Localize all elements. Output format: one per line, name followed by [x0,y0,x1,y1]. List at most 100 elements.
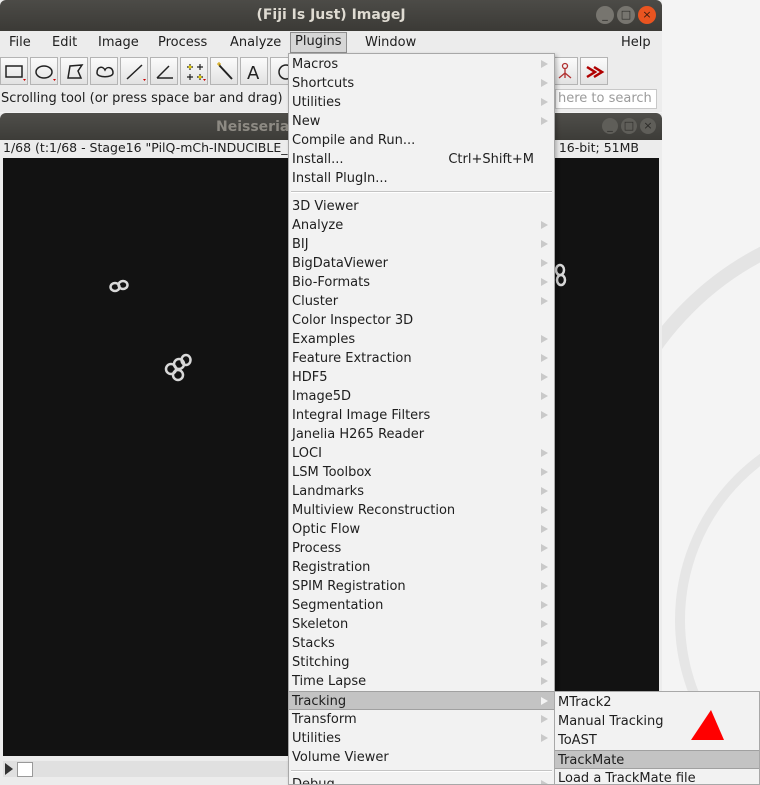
menu-item-feature-extraction[interactable]: Feature Extraction [289,349,554,368]
menu-item-skeleton[interactable]: Skeleton [289,615,554,634]
menu-item-label: Tracking [292,694,347,709]
submenu-arrow-icon [541,620,548,628]
line-tool[interactable] [120,57,148,85]
menubar: File Edit Image Process Analyze Plugins … [0,31,662,54]
menu-item-loci[interactable]: LOCI [289,444,554,463]
menu-item-shortcuts[interactable]: Shortcuts [289,74,554,93]
annotation-arrow-icon [691,710,724,740]
menu-item-bigdataviewer[interactable]: BigDataViewer [289,254,554,273]
rectangle-tool[interactable] [0,57,28,85]
submenu-item-mtrack2[interactable]: MTrack2 [555,693,759,712]
text-tool[interactable]: A [240,57,268,85]
maximize-icon[interactable]: □ [617,6,635,24]
menu-help[interactable]: Help [617,34,655,52]
image-maximize-icon[interactable]: □ [621,118,637,134]
menu-item-cluster[interactable]: Cluster [289,292,554,311]
menu-separator [291,770,552,772]
menu-item-label: Skeleton [292,617,349,632]
menu-item-bij[interactable]: BIJ [289,235,554,254]
multipoint-tool[interactable] [180,57,208,85]
scrollbar-thumb[interactable] [17,762,33,777]
image-close-icon[interactable]: × [640,118,656,134]
menu-item-process[interactable]: Process [289,539,554,558]
submenu-item-load-trackmate-file[interactable]: Load a TrackMate file [555,769,759,784]
submenu-arrow-icon [541,259,548,267]
menu-item-transform[interactable]: Transform [289,710,554,729]
menu-item-time-lapse[interactable]: Time Lapse [289,672,554,691]
menu-item-landmarks[interactable]: Landmarks [289,482,554,501]
menu-item-stitching[interactable]: Stitching [289,653,554,672]
menu-item-install-plugin[interactable]: Install PlugIn... [289,169,554,188]
menu-item-optic-flow[interactable]: Optic Flow [289,520,554,539]
submenu-item-trackmate[interactable]: TrackMate [555,750,759,769]
line-icon [126,64,146,81]
menu-item-label: Macros [292,57,339,72]
submenu-arrow-icon [541,697,548,705]
menu-edit[interactable]: Edit [48,34,81,52]
menu-item-label: Time Lapse [292,674,367,689]
menu-file[interactable]: File [5,34,35,52]
submenu-arrow-icon [541,525,548,533]
submenu-arrow-icon [541,335,548,343]
menu-item-install[interactable]: Install... Ctrl+Shift+M [289,150,554,169]
menu-item-label: Stitching [292,655,350,670]
menu-item-label: Debug [292,777,335,785]
arrow-tool[interactable] [580,57,608,85]
menu-item-volume-viewer[interactable]: Volume Viewer [289,748,554,767]
menu-process[interactable]: Process [154,34,211,52]
submenu-arrow-icon [541,117,548,125]
submenu-arrow-icon [541,354,548,362]
wand-icon [217,62,233,80]
menu-item-janelia-h265-reader[interactable]: Janelia H265 Reader [289,425,554,444]
image-minimize-icon[interactable]: _ [602,118,618,134]
menu-item-spim-registration[interactable]: SPIM Registration [289,577,554,596]
menu-item-compile-and-run[interactable]: Compile and Run... [289,131,554,150]
menu-image[interactable]: Image [94,34,143,52]
menu-item-analyze[interactable]: Analyze [289,216,554,235]
menu-item-debug[interactable]: Debug [289,775,554,785]
menu-item-utilities[interactable]: Utilities [289,93,554,112]
submenu-arrow-icon [541,544,548,552]
menu-item-color-inspector[interactable]: Color Inspector 3D [289,311,554,330]
menu-item-lsm-toolbox[interactable]: LSM Toolbox [289,463,554,482]
menu-plugins[interactable]: Plugins [290,32,347,53]
angle-tool[interactable] [150,57,178,85]
submenu-arrow-icon [541,373,548,381]
menu-item-label: Color Inspector 3D [292,313,414,328]
oval-tool[interactable] [30,57,58,85]
tracking-submenu: MTrack2 Manual Tracking ToAST TrackMate … [554,691,760,785]
menu-item-macros[interactable]: Macros [289,55,554,74]
menu-item-label: Landmarks [292,484,364,499]
menu-item-stacks[interactable]: Stacks [289,634,554,653]
menu-item-registration[interactable]: Registration [289,558,554,577]
close-icon[interactable]: × [638,6,656,24]
submenu-item-toast[interactable]: ToAST [555,731,759,750]
freehand-tool[interactable] [90,57,118,85]
menu-item-hdf5[interactable]: HDF5 [289,368,554,387]
polygon-tool[interactable] [60,57,88,85]
menu-analyze[interactable]: Analyze [226,34,285,52]
menu-item-tracking[interactable]: Tracking [289,691,554,710]
menu-item-examples[interactable]: Examples [289,330,554,349]
menu-item-label: BIJ [292,237,309,252]
search-input[interactable]: here to search [555,89,657,109]
menu-item-3d-viewer[interactable]: 3D Viewer [289,197,554,216]
submenu-arrow-icon [541,715,548,723]
menu-item-utilities-2[interactable]: Utilities [289,729,554,748]
wand-tool[interactable] [210,57,238,85]
submenu-arrow-icon [541,734,548,742]
submenu-arrow-icon [541,563,548,571]
minimize-icon[interactable]: _ [596,6,614,24]
menu-item-label: Compile and Run... [292,133,416,148]
stacks-icon [558,62,572,79]
menu-item-bio-formats[interactable]: Bio-Formats [289,273,554,292]
menu-item-new[interactable]: New [289,112,554,131]
menu-item-integral-image-filters[interactable]: Integral Image Filters [289,406,554,425]
menu-item-image5d[interactable]: Image5D [289,387,554,406]
menu-window[interactable]: Window [361,34,420,52]
menu-item-multiview-reconstruction[interactable]: Multiview Reconstruction [289,501,554,520]
fiji-titlebar[interactable]: (Fiji Is Just) ImageJ _ □ × [0,0,662,31]
submenu-item-manual-tracking[interactable]: Manual Tracking [555,712,759,731]
play-icon[interactable] [5,763,13,775]
menu-item-segmentation[interactable]: Segmentation [289,596,554,615]
